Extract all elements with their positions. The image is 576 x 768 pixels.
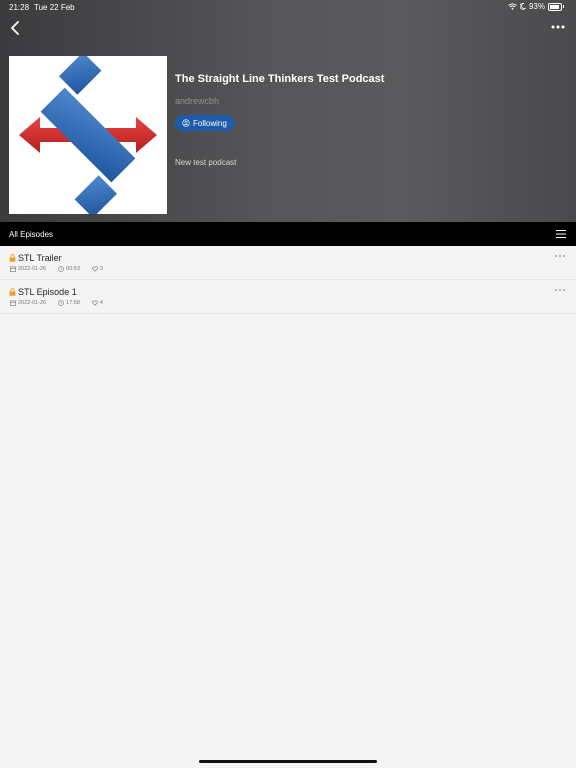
episodes-tab-bar: All Episodes [0, 222, 576, 246]
episode-likes-text: 3 [99, 266, 103, 272]
episode-date-text: 2022-01-26 [18, 266, 47, 272]
podcast-artwork [9, 52, 167, 218]
battery-percentage: 93% [528, 2, 545, 11]
episode-title: STL Episode 1 [18, 287, 77, 297]
home-indicator[interactable] [199, 760, 377, 763]
podcast-header: 21:28 Tue 22 Feb 93% The Straight Line T… [0, 0, 576, 222]
podcast-logo [19, 52, 157, 218]
episode-title-row: STL Episode 1 [9, 287, 77, 297]
episode-list: STL Trailer 2022-01-26 00:53 3 STL Episo… [0, 246, 576, 314]
calendar-icon [10, 300, 16, 306]
episode-likes: 3 [92, 266, 103, 272]
episode-duration-text: 17:58 [66, 300, 80, 306]
following-icon [182, 119, 190, 127]
heart-icon [92, 300, 98, 306]
following-label: Following [193, 118, 227, 128]
clock-icon [58, 300, 65, 306]
episode-title-row: STL Trailer [9, 253, 62, 263]
episode-duration: 17:58 [58, 300, 80, 306]
episode-row[interactable]: STL Trailer 2022-01-26 00:53 3 [0, 246, 576, 280]
episode-date: 2022-01-26 [10, 300, 46, 306]
battery-icon [548, 2, 562, 11]
heart-icon [92, 266, 98, 272]
status-indicators: 93% [508, 2, 564, 11]
back-chevron-icon[interactable] [8, 20, 24, 36]
tab-all-episodes[interactable]: All Episodes [9, 230, 53, 239]
wifi-icon [508, 3, 517, 10]
episode-likes-text: 4 [99, 300, 103, 306]
episode-duration-text: 00:53 [66, 266, 80, 272]
episode-more-icon[interactable] [554, 254, 566, 258]
status-date: Tue 22 Feb [34, 3, 75, 12]
podcast-description: New test podcast [175, 158, 237, 167]
battery-nub [563, 5, 564, 8]
episode-date-text: 2022-01-26 [18, 300, 47, 306]
podcast-title: The Straight Line Thinkers Test Podcast [175, 73, 385, 85]
episode-date: 2022-01-26 [10, 266, 46, 272]
following-button[interactable]: Following [175, 115, 235, 131]
calendar-icon [10, 266, 16, 272]
episode-row[interactable]: STL Episode 1 2022-01-26 17:58 4 [0, 280, 576, 314]
episode-more-icon[interactable] [554, 288, 566, 292]
podcast-author[interactable]: andrewcbh [175, 96, 219, 106]
episode-title: STL Trailer [18, 253, 62, 263]
episode-meta: 2022-01-26 00:53 3 [10, 266, 115, 272]
episode-duration: 00:53 [58, 266, 80, 272]
status-bar: 21:28 Tue 22 Feb 93% [0, 0, 576, 14]
lock-icon [9, 288, 16, 296]
episode-meta: 2022-01-26 17:58 4 [10, 300, 115, 306]
moon-icon [519, 3, 526, 10]
status-time: 21:28 [9, 3, 30, 12]
list-menu-icon[interactable] [556, 230, 566, 238]
episode-likes: 4 [92, 300, 103, 306]
clock-icon [58, 266, 65, 272]
more-options-icon[interactable] [550, 22, 566, 32]
lock-icon [9, 254, 16, 262]
